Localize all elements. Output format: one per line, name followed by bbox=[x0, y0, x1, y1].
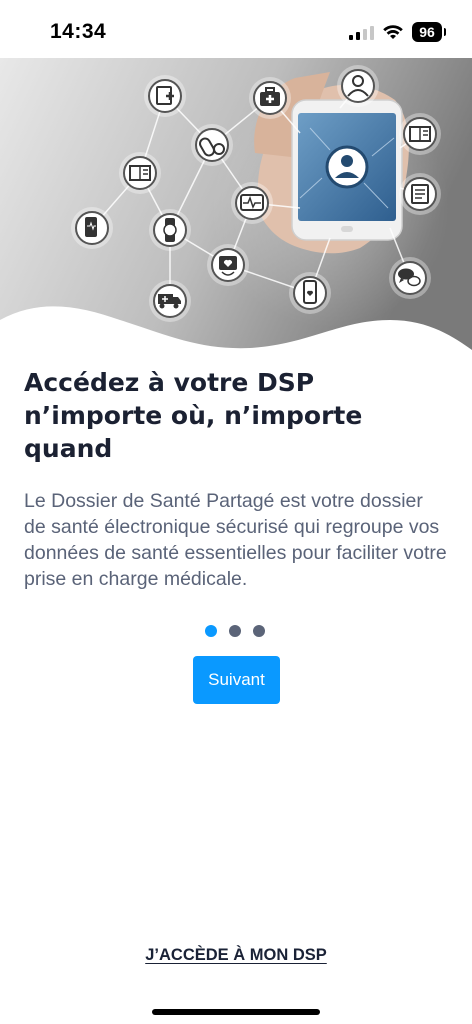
onboarding-title: Accédez à votre DSP n’importe où, n’impo… bbox=[24, 368, 363, 463]
chat-icon bbox=[389, 257, 431, 299]
patient-record-icon bbox=[399, 113, 441, 155]
pager-dot[interactable] bbox=[229, 625, 241, 637]
smartwatch-icon bbox=[149, 209, 191, 251]
medical-document-icon bbox=[144, 75, 186, 117]
pills-icon bbox=[191, 124, 233, 166]
smartphone-icon bbox=[71, 207, 113, 249]
onboarding-description: Le Dossier de Santé Partagé est votre do… bbox=[24, 490, 447, 590]
status-bar: 14:34 96 bbox=[0, 0, 472, 58]
status-time: 14:34 bbox=[50, 20, 107, 43]
battery-icon: 96 bbox=[412, 22, 446, 42]
pager-dot-active[interactable] bbox=[205, 625, 217, 637]
pager-dots bbox=[205, 625, 265, 637]
doctor-icon bbox=[337, 65, 379, 107]
patient-record-icon bbox=[119, 152, 161, 194]
signal-icon bbox=[349, 24, 374, 40]
hero-illustration bbox=[0, 58, 472, 358]
medical-kit-icon bbox=[249, 77, 291, 119]
pager-dot[interactable] bbox=[253, 625, 265, 637]
access-dsp-link[interactable]: J’ACCÈDE À MON DSP bbox=[0, 946, 472, 965]
wifi-icon bbox=[383, 25, 403, 39]
status-icons: 96 bbox=[349, 20, 446, 44]
medical-document-icon bbox=[399, 173, 441, 215]
heart-rate-monitor-icon bbox=[231, 182, 273, 224]
home-indicator[interactable] bbox=[152, 1009, 320, 1015]
next-button[interactable]: Suivant bbox=[193, 656, 280, 704]
heart-monitor-device-icon bbox=[207, 244, 249, 286]
heart-monitor-device-icon bbox=[289, 272, 331, 314]
ambulance-icon bbox=[149, 280, 191, 322]
